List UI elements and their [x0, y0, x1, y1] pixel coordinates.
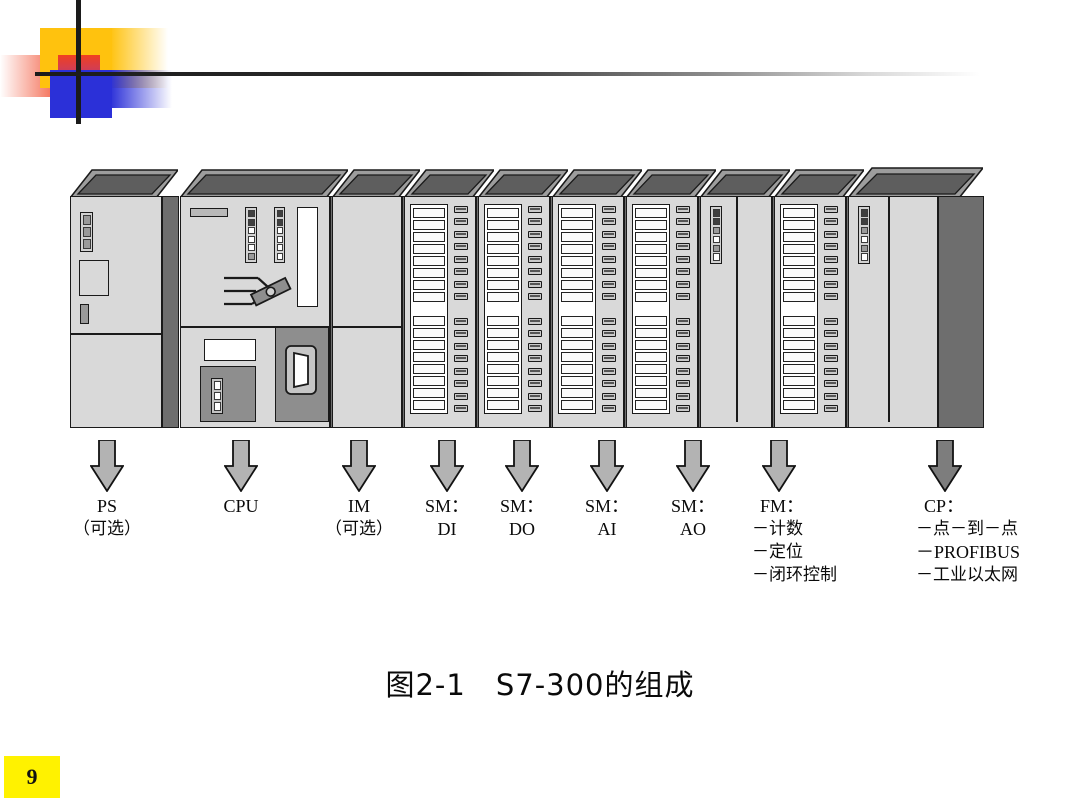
- plc-rack-diagram: [70, 167, 1020, 428]
- figure-caption: 图2-1 S7-300的组成: [385, 668, 695, 702]
- module-fm-terminal-top: [774, 168, 864, 198]
- module-sm-di-leds: [454, 206, 468, 412]
- arrow-ps: [90, 440, 124, 492]
- deco-horizontal-rule: [35, 72, 980, 76]
- label-cpu: CPU: [181, 495, 301, 518]
- label-sm-ao-line2: AO: [680, 519, 706, 539]
- module-sm-do: [478, 169, 568, 428]
- module-cpu-status-leds: [245, 207, 257, 263]
- label-cp-line1: CP：: [924, 496, 965, 516]
- arrow-sm-di: [430, 440, 464, 492]
- arrow-sm-ai: [590, 440, 624, 492]
- module-fm-seam: [736, 197, 738, 422]
- module-sm-ao-terminals: [632, 204, 670, 414]
- module-ps-top: [70, 168, 178, 198]
- arrow-fm: [762, 440, 796, 492]
- module-sm-ai-leds: [602, 206, 616, 412]
- module-sm-ao-leds: [676, 206, 690, 412]
- module-fm-top: [700, 168, 790, 198]
- label-fm-item-3: －闭环控制: [752, 565, 837, 585]
- label-sm-ai-line1: SM：: [584, 496, 629, 516]
- module-ps-leds: [80, 212, 93, 252]
- module-ps: [70, 169, 179, 428]
- module-sm-do-top: [478, 168, 568, 198]
- module-fm-leds: [710, 206, 722, 264]
- label-cpu-line1: CPU: [223, 496, 259, 516]
- label-cp: CP： －点－到－点 －PROFIBUS －工业以太网: [916, 495, 1080, 587]
- arrow-im: [342, 440, 376, 492]
- arrow-cpu: [224, 440, 258, 492]
- label-fm-item-1: －计数: [752, 519, 803, 539]
- arrow-sm-ao: [676, 440, 710, 492]
- module-sm-do-leds: [528, 206, 542, 412]
- module-sm-do-terminals: [484, 204, 522, 414]
- module-cpu-display-window: [204, 339, 256, 361]
- label-sm-ai: SM： AI: [557, 495, 657, 541]
- module-cpu-label-plate: [190, 208, 228, 217]
- module-cp-seam: [888, 197, 890, 422]
- label-ps-line2: （可选）: [73, 519, 141, 539]
- module-im-top: [332, 168, 420, 198]
- module-cp-leds: [858, 206, 870, 264]
- label-cp-item-1: －点－到－点: [916, 519, 1018, 539]
- module-fm: [700, 169, 790, 428]
- module-fm-terminal-leds: [824, 206, 838, 412]
- module-cpu-memory-card-slot: [297, 207, 318, 307]
- label-cp-item-2: －PROFIBUS: [916, 542, 1021, 562]
- module-sm-di-terminals: [410, 204, 448, 414]
- module-cp: [848, 167, 984, 428]
- deco-blue-square: [50, 70, 112, 118]
- module-fm-terminal-block: [780, 204, 818, 414]
- module-cp-side: [938, 196, 984, 428]
- module-sm-ao: [626, 169, 716, 428]
- label-fm-line1: FM：: [760, 496, 805, 516]
- arrow-sm-do: [505, 440, 539, 492]
- module-ps-side: [162, 196, 179, 428]
- module-cpu-key-switch-icon: [224, 276, 292, 307]
- module-cpu-battery-bay: [200, 366, 256, 422]
- label-cp-item-3: －工业以太网: [916, 565, 1018, 585]
- module-im-divider: [333, 326, 401, 328]
- label-ps-line1: PS: [96, 496, 118, 516]
- module-cpu: [180, 169, 348, 428]
- module-im-face: [332, 196, 402, 428]
- slide-decoration: [0, 0, 400, 140]
- module-cp-top: [848, 167, 983, 198]
- label-sm-ao-line1: SM：: [670, 496, 715, 516]
- module-sm-di: [404, 169, 494, 428]
- label-fm: FM： －计数 －定位 －闭环控制: [752, 495, 902, 587]
- module-im: [332, 169, 420, 428]
- module-sm-di-top: [404, 168, 494, 198]
- label-sm-ao: SM： AO: [643, 495, 743, 541]
- module-sm-ai-top: [552, 168, 642, 198]
- page-number-badge: 9: [4, 756, 60, 798]
- module-ps-switch: [80, 304, 89, 324]
- module-ps-divider: [71, 333, 161, 335]
- label-sm-ai-line2: AI: [597, 519, 617, 539]
- module-cpu-battery-leds: [211, 378, 223, 414]
- deco-vertical-rule: [76, 0, 81, 124]
- module-cpu-mode-leds: [274, 207, 285, 263]
- label-ps: PS （可选）: [47, 495, 167, 541]
- module-ps-window: [79, 260, 109, 296]
- module-sm-ai-terminals: [558, 204, 596, 414]
- label-fm-item-2: －定位: [752, 542, 803, 562]
- module-sm-ai: [552, 169, 642, 428]
- module-sm-ao-top: [626, 168, 716, 198]
- module-fm-terminal: [774, 169, 864, 428]
- module-cpu-mpi-connector-icon: [285, 345, 317, 395]
- arrow-cp: [928, 440, 962, 492]
- module-cpu-top: [180, 168, 348, 198]
